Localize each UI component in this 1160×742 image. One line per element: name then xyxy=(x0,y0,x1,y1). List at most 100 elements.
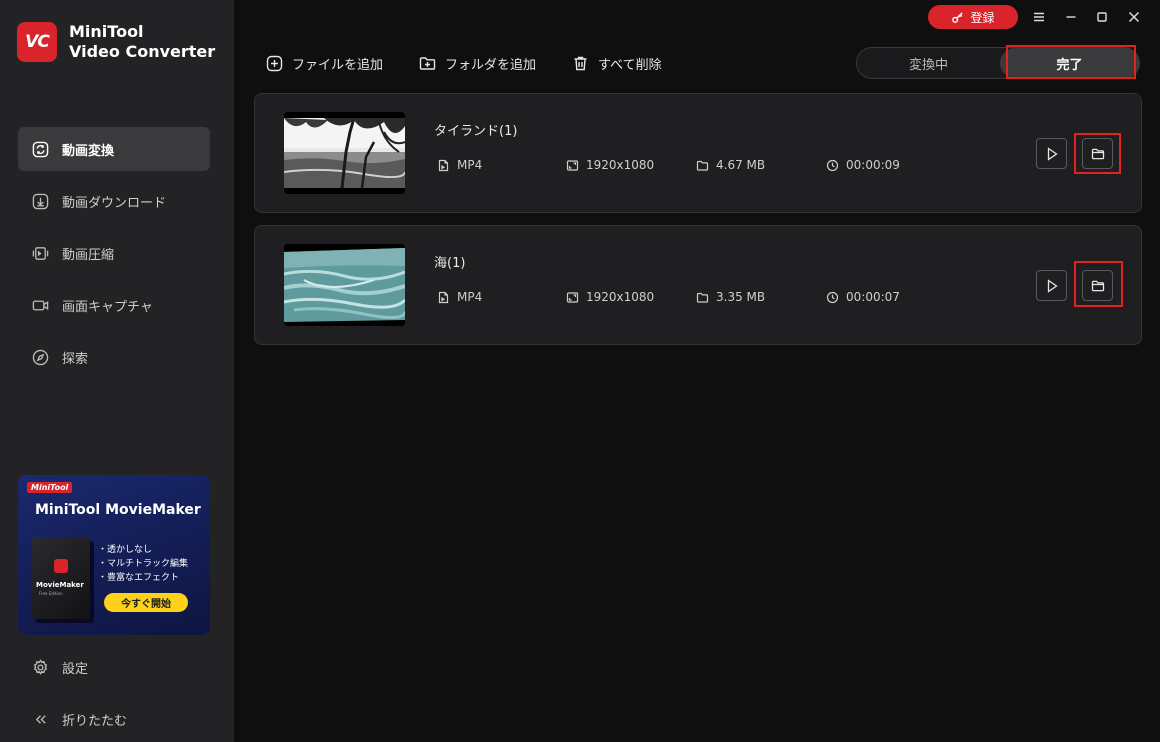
promo-feature: ・マルチトラック編集 xyxy=(98,559,189,569)
sidebar-nav: 動画変換 動画ダウンロード 動画圧縮 画面キャプチャ 探索 xyxy=(18,127,210,387)
plus-icon xyxy=(266,55,292,72)
sidebar-item-compress[interactable]: 動画圧縮 xyxy=(18,231,210,275)
file-format: MP4 xyxy=(437,158,482,172)
file-duration: 00:00:09 xyxy=(826,158,900,172)
close-button[interactable] xyxy=(1123,6,1145,28)
file-duration-label: 00:00:07 xyxy=(846,290,900,304)
menu-button[interactable] xyxy=(1028,6,1050,28)
collapse-nav: 折りたたむ xyxy=(18,697,210,741)
promo-features: ・透かしなし ・マルチトラック編集 ・豊富なエフェクト xyxy=(98,543,188,585)
clock-icon xyxy=(826,159,846,172)
add-file-button[interactable]: ファイルを追加 xyxy=(266,54,383,73)
maximize-button[interactable] xyxy=(1091,6,1113,28)
promo-start-button[interactable]: 今すぐ開始 xyxy=(104,593,188,612)
file-card: 海(1) MP4 1920x1080 3.35 MB 00:00:07 xyxy=(254,225,1142,345)
promo-banner[interactable]: MiniTool MiniTool MovieMaker MovieMaker … xyxy=(18,475,210,635)
file-format-label: MP4 xyxy=(457,290,483,304)
file-size-label: 4.67 MB xyxy=(716,158,766,172)
promo-badge: MiniTool xyxy=(27,482,73,493)
collapse-sidebar-button[interactable]: 折りたたむ xyxy=(18,697,210,741)
sidebar-item-label: 動画圧縮 xyxy=(62,247,115,263)
video-thumbnail xyxy=(284,244,405,326)
minimize-button[interactable] xyxy=(1060,6,1082,28)
resolution-icon xyxy=(566,291,586,304)
sidebar: VC MiniTool Video Converter 動画変換 動画ダウンロー… xyxy=(0,0,234,742)
play-icon xyxy=(1045,146,1059,161)
add-file-label: ファイルを追加 xyxy=(292,57,384,73)
folder-icon xyxy=(1091,147,1105,161)
compass-icon xyxy=(31,348,49,366)
resolution-icon xyxy=(566,159,586,172)
moviemaker-box-image: MovieMaker Free Edition xyxy=(32,537,90,619)
delete-all-label: すべて削除 xyxy=(598,57,662,73)
file-duration-label: 00:00:09 xyxy=(846,158,900,172)
settings-label: 設定 xyxy=(62,661,89,677)
hamburger-icon xyxy=(1033,11,1045,23)
double-chevron-left-icon xyxy=(31,710,49,728)
add-folder-button[interactable]: フォルダを追加 xyxy=(419,54,536,73)
video-thumbnail xyxy=(284,112,405,194)
app-name-line2: Video Converter xyxy=(69,42,216,61)
sidebar-item-settings[interactable]: 設定 xyxy=(18,645,210,689)
download-icon xyxy=(31,192,49,210)
promo-box-label: MovieMaker xyxy=(36,581,84,589)
play-button[interactable] xyxy=(1036,270,1067,301)
promo-feature: ・透かしなし xyxy=(98,545,153,555)
clock-icon xyxy=(826,291,846,304)
folder-icon xyxy=(696,291,716,304)
sidebar-item-download[interactable]: 動画ダウンロード xyxy=(18,179,210,223)
folder-plus-icon xyxy=(419,55,445,72)
trash-icon xyxy=(572,55,598,72)
settings-nav: 設定 xyxy=(18,645,210,689)
logo-mark: VC xyxy=(17,22,57,62)
file-name: 海(1) xyxy=(434,256,466,271)
open-folder-button[interactable] xyxy=(1082,138,1113,169)
sidebar-item-explore[interactable]: 探索 xyxy=(18,335,210,379)
play-button[interactable] xyxy=(1036,138,1067,169)
gear-icon xyxy=(31,658,49,676)
app-name-line1: MiniTool xyxy=(69,22,144,41)
file-format-label: MP4 xyxy=(457,158,483,172)
sidebar-item-label: 動画変換 xyxy=(62,143,115,159)
file-resolution: 1920x1080 xyxy=(566,290,654,304)
sidebar-item-capture[interactable]: 画面キャプチャ xyxy=(18,283,210,327)
promo-box-sub: Free Edition xyxy=(39,591,63,596)
compress-icon xyxy=(31,244,49,262)
folder-icon xyxy=(1091,279,1105,293)
file-resolution: 1920x1080 xyxy=(566,158,654,172)
close-icon xyxy=(1128,11,1140,23)
file-duration: 00:00:07 xyxy=(826,290,900,304)
file-format-icon xyxy=(437,159,457,172)
convert-icon xyxy=(31,140,49,158)
app-name: MiniTool Video Converter xyxy=(69,22,215,62)
key-icon xyxy=(951,11,964,24)
moviemaker-logo-icon xyxy=(54,559,68,573)
delete-all-button[interactable]: すべて削除 xyxy=(572,54,662,73)
app-logo: VC MiniTool Video Converter xyxy=(17,22,215,62)
toolbar: ファイルを追加 フォルダを追加 すべて削除 xyxy=(266,52,698,74)
minimize-icon xyxy=(1065,11,1077,23)
file-size-label: 3.35 MB xyxy=(716,290,766,304)
register-button[interactable]: 登録 xyxy=(928,5,1018,29)
sidebar-item-label: 動画ダウンロード xyxy=(62,195,167,211)
tab-done[interactable]: 完了 xyxy=(1000,48,1139,78)
file-name: タイランド(1) xyxy=(434,124,518,139)
file-format: MP4 xyxy=(437,290,482,304)
open-folder-button[interactable] xyxy=(1082,270,1113,301)
file-resolution-label: 1920x1080 xyxy=(586,158,655,172)
sidebar-item-label: 画面キャプチャ xyxy=(62,299,153,315)
file-size: 3.35 MB xyxy=(696,290,765,304)
promo-feature: ・豊富なエフェクト xyxy=(98,573,180,583)
status-tabs: 変換中 完了 xyxy=(856,47,1140,79)
file-resolution-label: 1920x1080 xyxy=(586,290,655,304)
file-card: タイランド(1) MP4 1920x1080 4.67 MB 00:00:09 xyxy=(254,93,1142,213)
file-format-icon xyxy=(437,291,457,304)
add-folder-label: フォルダを追加 xyxy=(445,57,537,73)
camera-icon xyxy=(31,296,49,314)
sidebar-item-convert[interactable]: 動画変換 xyxy=(18,127,210,171)
register-label: 登録 xyxy=(970,10,995,25)
tab-converting[interactable]: 変換中 xyxy=(857,48,1000,78)
play-icon xyxy=(1045,278,1059,293)
maximize-icon xyxy=(1096,11,1108,23)
collapse-label: 折りたたむ xyxy=(62,713,128,729)
